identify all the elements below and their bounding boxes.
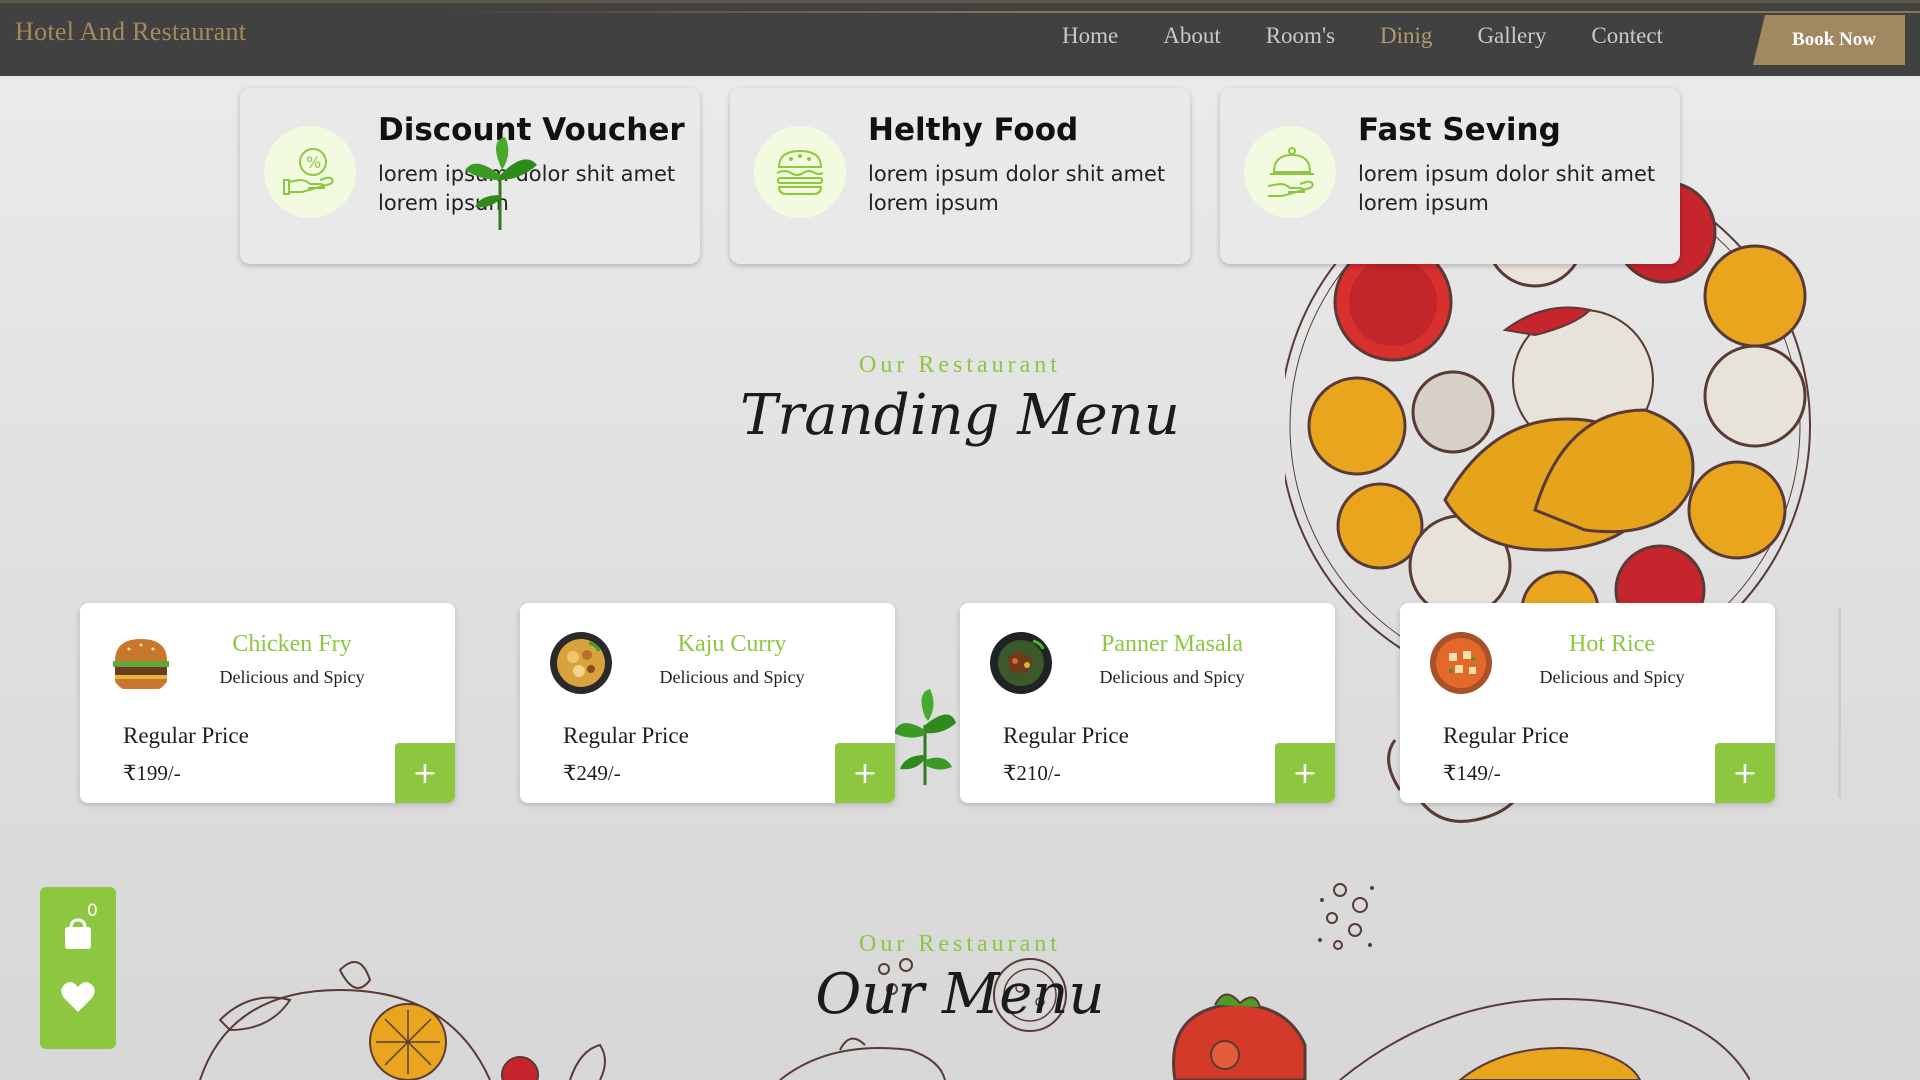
nav-contact[interactable]: Contect (1591, 23, 1663, 49)
add-to-cart-button[interactable]: + (835, 743, 895, 803)
menu-item-name: Chicken Fry (232, 631, 352, 657)
carousel-next-card-edge (1838, 608, 1841, 798)
price-label: Regular Price (563, 723, 689, 748)
menu-card-panner-masala: Panner Masala Delicious and Spicy Regula… (960, 603, 1335, 803)
menu-item-description: Delicious and Spicy (1099, 667, 1245, 687)
shopping-bag-icon[interactable] (61, 917, 95, 951)
hot-rice-thumbnail (1430, 632, 1492, 694)
menu-item-description: Delicious and Spicy (1539, 667, 1685, 687)
menu-item-name: Hot Rice (1569, 631, 1655, 657)
parsley-leaf-illustration (894, 689, 956, 785)
our-menu-title: Our Menu (815, 962, 1105, 1027)
heart-icon[interactable] (60, 980, 96, 1014)
price-value: ₹249/- (563, 761, 621, 785)
price-value: ₹149/- (1443, 761, 1501, 785)
nav-dining[interactable]: Dinig (1380, 23, 1432, 49)
feature-title: Helthy Food (868, 112, 1079, 148)
navbar-accent-line (440, 11, 1920, 13)
feature-text: lorem ipsum dolor shit amet lorem ipsum (1358, 162, 1656, 215)
menu-item-description: Delicious and Spicy (659, 667, 805, 687)
serving-cloche-icon (1244, 126, 1336, 218)
floating-action-widget: 0 (40, 887, 116, 1049)
menu-item-description: Delicious and Spicy (219, 667, 365, 687)
feature-text: lorem ipsum dolor shit amet lorem ipsum (868, 162, 1166, 215)
food-sketch-illustration (779, 1037, 946, 1080)
nav-links: Home About Room's Dinig Gallery Contect (1062, 23, 1708, 49)
menu-item-name: Panner Masala (1101, 631, 1243, 657)
feature-title: Fast Seving (1358, 112, 1561, 148)
our-menu-subtitle: Our Restaurant (859, 931, 1061, 957)
svg-text:%: % (306, 153, 321, 172)
navbar: Hotel And Restaurant Home About Room's D… (0, 0, 1920, 76)
nav-about[interactable]: About (1163, 23, 1221, 49)
discount-hand-icon: % (264, 126, 356, 218)
add-to-cart-button[interactable]: + (1715, 743, 1775, 803)
trending-subtitle: Our Restaurant (859, 352, 1061, 378)
feature-card-healthy-food: Helthy Food lorem ipsum dolor shit amet … (730, 88, 1190, 264)
chicken-fry-thumbnail (113, 639, 169, 689)
price-value: ₹199/- (123, 761, 181, 785)
kaju-curry-thumbnail (550, 632, 612, 694)
feature-card-fast-serving: Fast Seving lorem ipsum dolor shit amet … (1220, 88, 1680, 264)
menu-item-name: Kaju Curry (677, 631, 787, 657)
add-to-cart-button[interactable]: + (1275, 743, 1335, 803)
price-label: Regular Price (1003, 723, 1129, 748)
book-now-button[interactable]: Book Now (1753, 15, 1905, 65)
menu-card-kaju-curry: Kaju Curry Delicious and Spicy Regular P… (520, 603, 895, 803)
panner-masala-thumbnail (990, 632, 1052, 694)
add-to-cart-button[interactable]: + (395, 743, 455, 803)
menu-card-hot-rice: Hot Rice Delicious and Spicy Regular Pri… (1400, 603, 1775, 803)
menu-card-chicken-fry: Chicken Fry Delicious and Spicy Regular … (80, 603, 455, 803)
brand-logo-text[interactable]: Hotel And Restaurant (15, 17, 246, 47)
price-value: ₹210/- (1003, 761, 1061, 785)
parsley-leaf-illustration (465, 137, 537, 230)
price-label: Regular Price (1443, 723, 1569, 748)
trending-title: Tranding Menu (740, 383, 1180, 448)
nav-home[interactable]: Home (1062, 23, 1118, 49)
nav-rooms[interactable]: Room's (1266, 23, 1335, 49)
price-label: Regular Price (123, 723, 249, 748)
nav-gallery[interactable]: Gallery (1477, 23, 1546, 49)
burger-icon (754, 126, 846, 218)
